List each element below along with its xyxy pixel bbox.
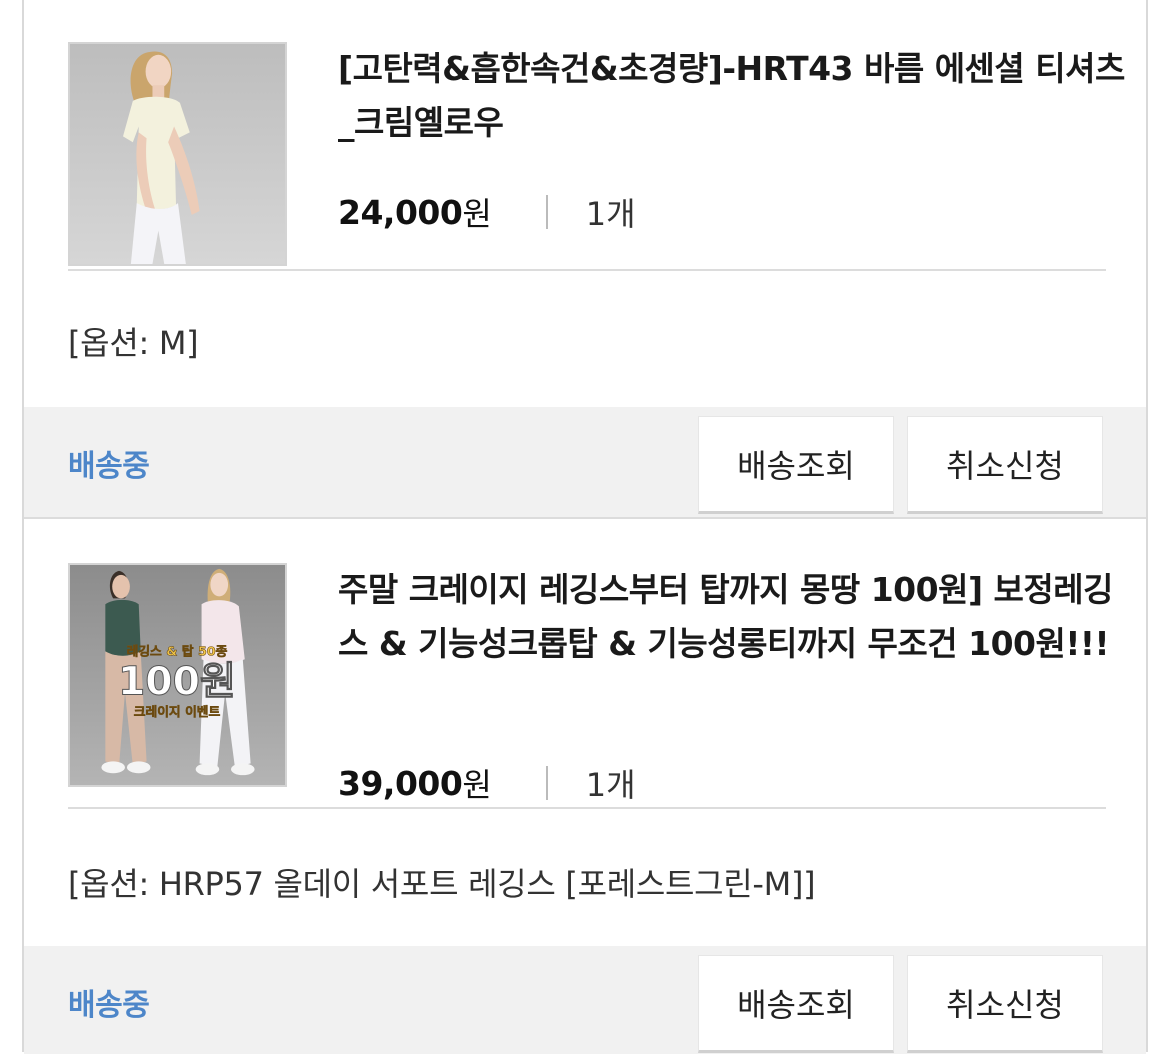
image-caption-bottom: 크레이지 이벤트 <box>134 704 221 720</box>
order-list: [고탄력&흡한속건&초경량]-HRT43 바름 에센셜 티셔츠_크림옐로우 24… <box>22 0 1148 1054</box>
product-quantity: 1개 <box>585 766 636 804</box>
image-caption-top: 레깅스 & 탑 50종 <box>127 643 228 659</box>
product-image[interactable]: 레깅스 & 탑 50종 100원 크레이지 이벤트 <box>68 563 287 787</box>
divider <box>545 195 548 229</box>
order-item: [고탄력&흡한속건&초경량]-HRT43 바름 에센셜 티셔츠_크림옐로우 24… <box>24 0 1146 517</box>
product-image[interactable] <box>68 42 287 266</box>
product-option: [옵션: M] <box>68 324 199 362</box>
product-title[interactable]: 주말 크레이지 레깅스부터 탑까지 몽땅 100원] 보정레깅스 & 기능성크롭… <box>338 563 1138 671</box>
order-item: 레깅스 & 탑 50종 100원 크레이지 이벤트 주말 크레이지 레깅스부터 … <box>24 517 1146 1054</box>
product-title[interactable]: [고탄력&흡한속건&초경량]-HRT43 바름 에센셜 티셔츠_크림옐로우 <box>338 42 1138 150</box>
delivery-status: 배송중 <box>68 988 150 1023</box>
delivery-status: 배송중 <box>68 449 150 484</box>
order-footer: 배송중 배송조회 취소신청 <box>24 946 1146 1054</box>
price-currency: 원 <box>462 195 492 233</box>
cancel-request-button[interactable]: 취소신청 <box>907 955 1103 1053</box>
price-currency: 원 <box>462 766 492 804</box>
track-delivery-button[interactable]: 배송조회 <box>698 955 894 1053</box>
product-price: 24,000 <box>338 192 463 232</box>
divider <box>68 807 1106 809</box>
price-row: 24,000 원 1개 <box>338 192 636 234</box>
order-footer: 배송중 배송조회 취소신청 <box>24 407 1146 517</box>
track-delivery-button[interactable]: 배송조회 <box>698 416 894 514</box>
price-row: 39,000 원 1개 <box>338 763 636 805</box>
product-quantity: 1개 <box>585 195 636 233</box>
divider <box>545 766 548 800</box>
product-price: 39,000 <box>338 763 463 803</box>
cancel-request-button[interactable]: 취소신청 <box>907 416 1103 514</box>
divider <box>68 269 1106 271</box>
image-caption-main: 100원 <box>118 660 236 705</box>
product-option: [옵션: HRP57 올데이 서포트 레깅스 [포레스트그린-M]] <box>68 865 816 903</box>
